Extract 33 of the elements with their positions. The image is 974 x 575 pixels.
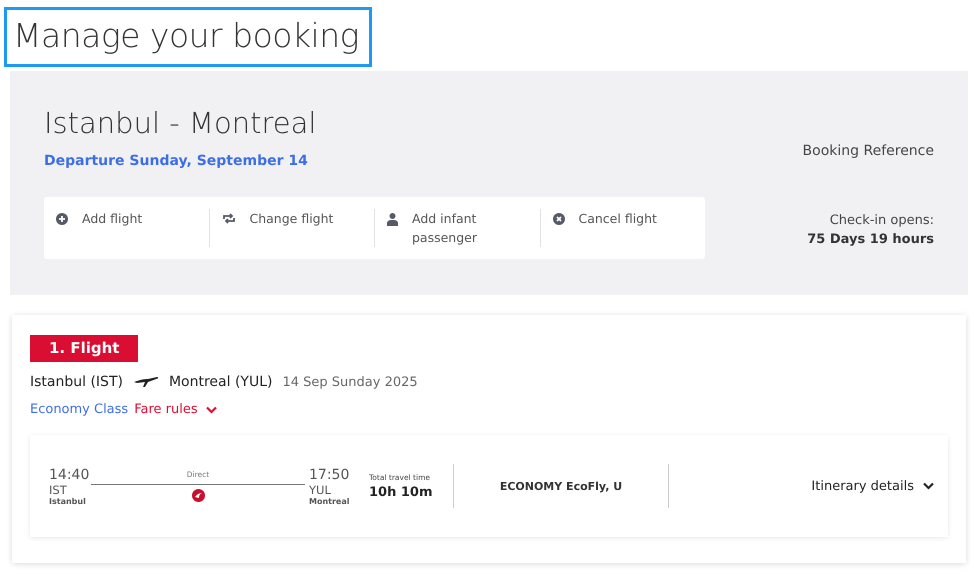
city: Montreal xyxy=(309,496,347,506)
checkin-time: 75 Days 19 hours xyxy=(806,231,934,249)
time: 17:50 xyxy=(309,466,347,482)
airport-code: IST xyxy=(49,482,68,496)
destination: Montreal (YUL) xyxy=(168,374,272,390)
airplane-icon xyxy=(132,376,159,388)
itinerary-details-button[interactable]: Itinerary details xyxy=(811,478,934,494)
action-button[interactable]: Add flight xyxy=(44,209,208,247)
chevron-down-icon xyxy=(206,406,217,414)
fare-rules-link[interactable]: Fare rules xyxy=(134,402,217,417)
fare-class: ECONOMY EcoFly, U xyxy=(498,480,624,492)
flight-date: 14 Sep Sunday 2025 xyxy=(282,374,418,390)
plus-circle-icon xyxy=(56,213,68,225)
chevron-down-icon xyxy=(923,482,934,490)
action-button[interactable]: Cancel flight xyxy=(540,209,705,247)
travel-time: 10h 10m xyxy=(369,484,433,500)
booking-reference-label: Booking Reference xyxy=(802,143,934,159)
airline-logo-icon xyxy=(192,489,204,502)
action-button[interactable]: Add infant passenger xyxy=(374,209,540,247)
cabin-class: Economy Class xyxy=(30,402,128,417)
flight-badge: 1. Flight xyxy=(30,335,138,362)
action-button[interactable]: Change flight xyxy=(208,209,374,247)
page-title: Manage your booking xyxy=(4,7,372,67)
route-title: Istanbul - Montreal xyxy=(44,105,318,141)
departure-date: Departure Sunday, September 14 xyxy=(44,153,309,169)
checkin-label: Check-in opens: xyxy=(828,212,934,230)
airport-code: YUL xyxy=(309,482,332,496)
origin: Istanbul (IST) xyxy=(30,374,123,390)
close-circle-icon xyxy=(552,213,564,225)
person-icon xyxy=(387,213,398,226)
repeat-icon xyxy=(222,213,236,224)
time: 14:40 xyxy=(49,466,87,482)
city: Istanbul xyxy=(49,496,87,506)
